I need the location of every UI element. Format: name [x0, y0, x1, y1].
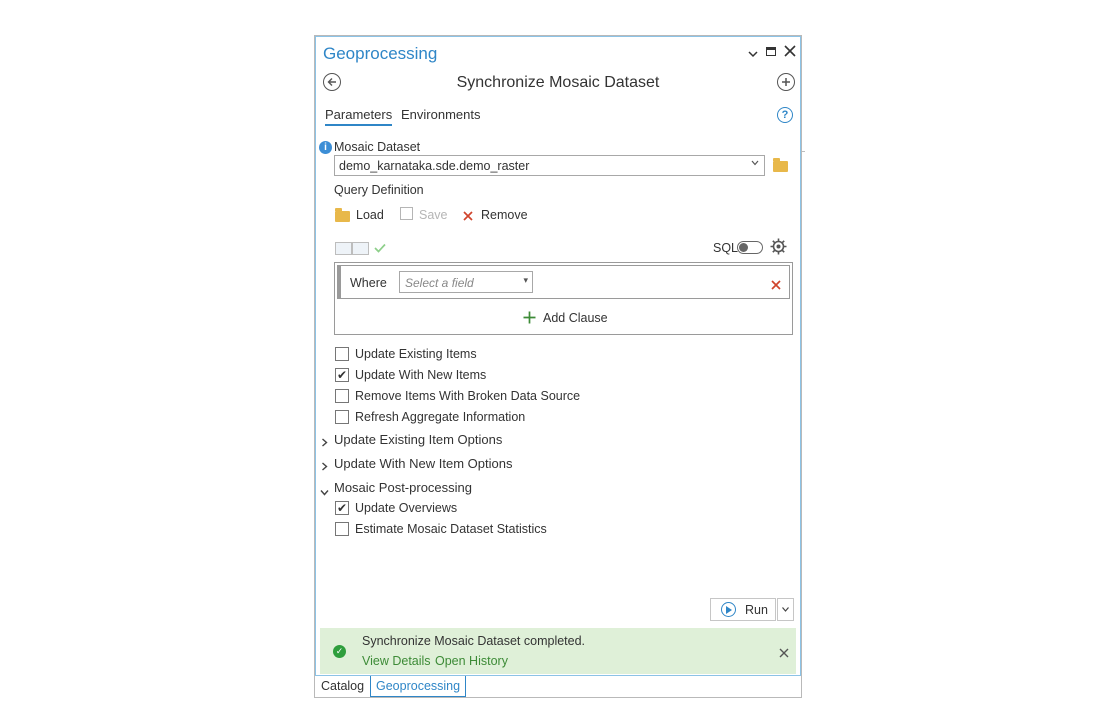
update-overviews-label: Update Overviews — [355, 501, 458, 515]
help-icon[interactable]: ? — [777, 107, 793, 123]
expand-chevron-right-icon[interactable] — [321, 458, 328, 476]
section-update-with-new-item-options[interactable]: Update With New Item Options — [334, 456, 512, 471]
remove-x-icon — [463, 208, 473, 226]
update-existing-items-label: Update Existing Items — [355, 347, 477, 361]
maximize-icon[interactable] — [766, 47, 776, 56]
sql-label: SQL — [713, 241, 739, 255]
where-label: Where — [350, 276, 387, 290]
field-select-placeholder: Select a field — [405, 276, 474, 290]
estimate-statistics-checkbox[interactable] — [335, 522, 349, 536]
tab-environments[interactable]: Environments — [401, 107, 480, 122]
expand-chevron-right-icon[interactable] — [321, 434, 328, 452]
tab-parameters[interactable]: Parameters — [325, 107, 393, 126]
chevron-down-icon[interactable] — [751, 158, 759, 169]
clause-mode-icon[interactable] — [335, 242, 352, 255]
add-plus-icon[interactable] — [777, 73, 795, 91]
update-existing-items-checkbox[interactable] — [335, 347, 349, 361]
save-disk-icon — [400, 207, 413, 220]
refresh-aggregate-label: Refresh Aggregate Information — [355, 410, 526, 424]
view-details-link[interactable]: View Details — [362, 654, 431, 668]
geoprocessing-pane: Geoprocessing Synchronize Mosaic Dataset… — [314, 35, 802, 698]
mosaic-dataset-input[interactable]: demo_karnataka.sde.demo_raster — [334, 155, 765, 176]
remove-broken-items-label: Remove Items With Broken Data Source — [355, 389, 581, 403]
browse-folder-icon[interactable] — [773, 158, 788, 172]
field-select[interactable]: Select a field ▾ — [399, 271, 533, 293]
load-folder-icon — [335, 208, 350, 222]
delete-clause-x-icon[interactable] — [771, 277, 781, 295]
section-mosaic-post-processing[interactable]: Mosaic Post-processing — [334, 480, 472, 495]
pane-options-chevron-icon[interactable] — [748, 46, 758, 61]
success-check-icon: ✓ — [333, 645, 346, 658]
dismiss-close-icon[interactable] — [779, 645, 789, 663]
completion-message: ✓ Synchronize Mosaic Dataset completed. … — [320, 628, 796, 674]
mosaic-dataset-value: demo_karnataka.sde.demo_raster — [339, 159, 530, 173]
query-builder: Where Select a field ▾ Add Clause — [334, 262, 793, 335]
remove-button[interactable]: Remove — [481, 208, 528, 222]
estimate-statistics-label: Estimate Mosaic Dataset Statistics — [355, 522, 547, 536]
dropdown-arrow-icon: ▾ — [523, 275, 528, 285]
remove-broken-items-checkbox[interactable] — [335, 389, 349, 403]
run-button[interactable]: Run — [710, 598, 776, 621]
play-icon — [721, 602, 736, 617]
sql-mode-icon[interactable] — [352, 242, 369, 255]
tab-geoprocessing[interactable]: Geoprocessing — [370, 676, 467, 697]
collapse-chevron-down-icon[interactable] — [320, 483, 329, 501]
checkmark-icon: ✔ — [336, 501, 348, 515]
run-options-dropdown[interactable] — [777, 598, 794, 621]
refresh-aggregate-checkbox[interactable] — [335, 410, 349, 424]
mosaic-dataset-label: Mosaic Dataset — [334, 140, 421, 154]
load-button[interactable]: Load — [356, 208, 384, 222]
message-text: Synchronize Mosaic Dataset completed. — [362, 634, 586, 648]
checkmark-icon: ✔ — [336, 368, 348, 382]
update-overviews-checkbox[interactable]: ✔ — [335, 501, 349, 515]
tab-catalog[interactable]: Catalog — [316, 676, 369, 697]
open-history-link[interactable]: Open History — [435, 654, 508, 668]
sql-toggle[interactable] — [737, 241, 763, 254]
close-pane-icon[interactable] — [784, 44, 796, 62]
adjacent-window-edge — [802, 151, 805, 152]
add-clause-plus-icon — [523, 311, 536, 329]
pane-title: Geoprocessing — [323, 44, 438, 63]
info-icon[interactable]: i — [319, 141, 332, 154]
update-with-new-items-checkbox[interactable]: ✔ — [335, 368, 349, 382]
tool-title: Synchronize Mosaic Dataset — [456, 74, 660, 91]
update-with-new-items-label: Update With New Items — [355, 368, 487, 382]
save-button[interactable]: Save — [419, 208, 448, 222]
section-update-existing-item-options[interactable]: Update Existing Item Options — [334, 432, 502, 447]
query-definition-label: Query Definition — [334, 183, 424, 197]
gear-icon[interactable] — [770, 238, 787, 260]
where-clause-row: Where Select a field ▾ — [337, 265, 790, 299]
add-clause-button[interactable]: Add Clause — [543, 311, 608, 325]
run-label: Run — [745, 603, 768, 617]
validate-check-icon[interactable] — [374, 240, 386, 258]
